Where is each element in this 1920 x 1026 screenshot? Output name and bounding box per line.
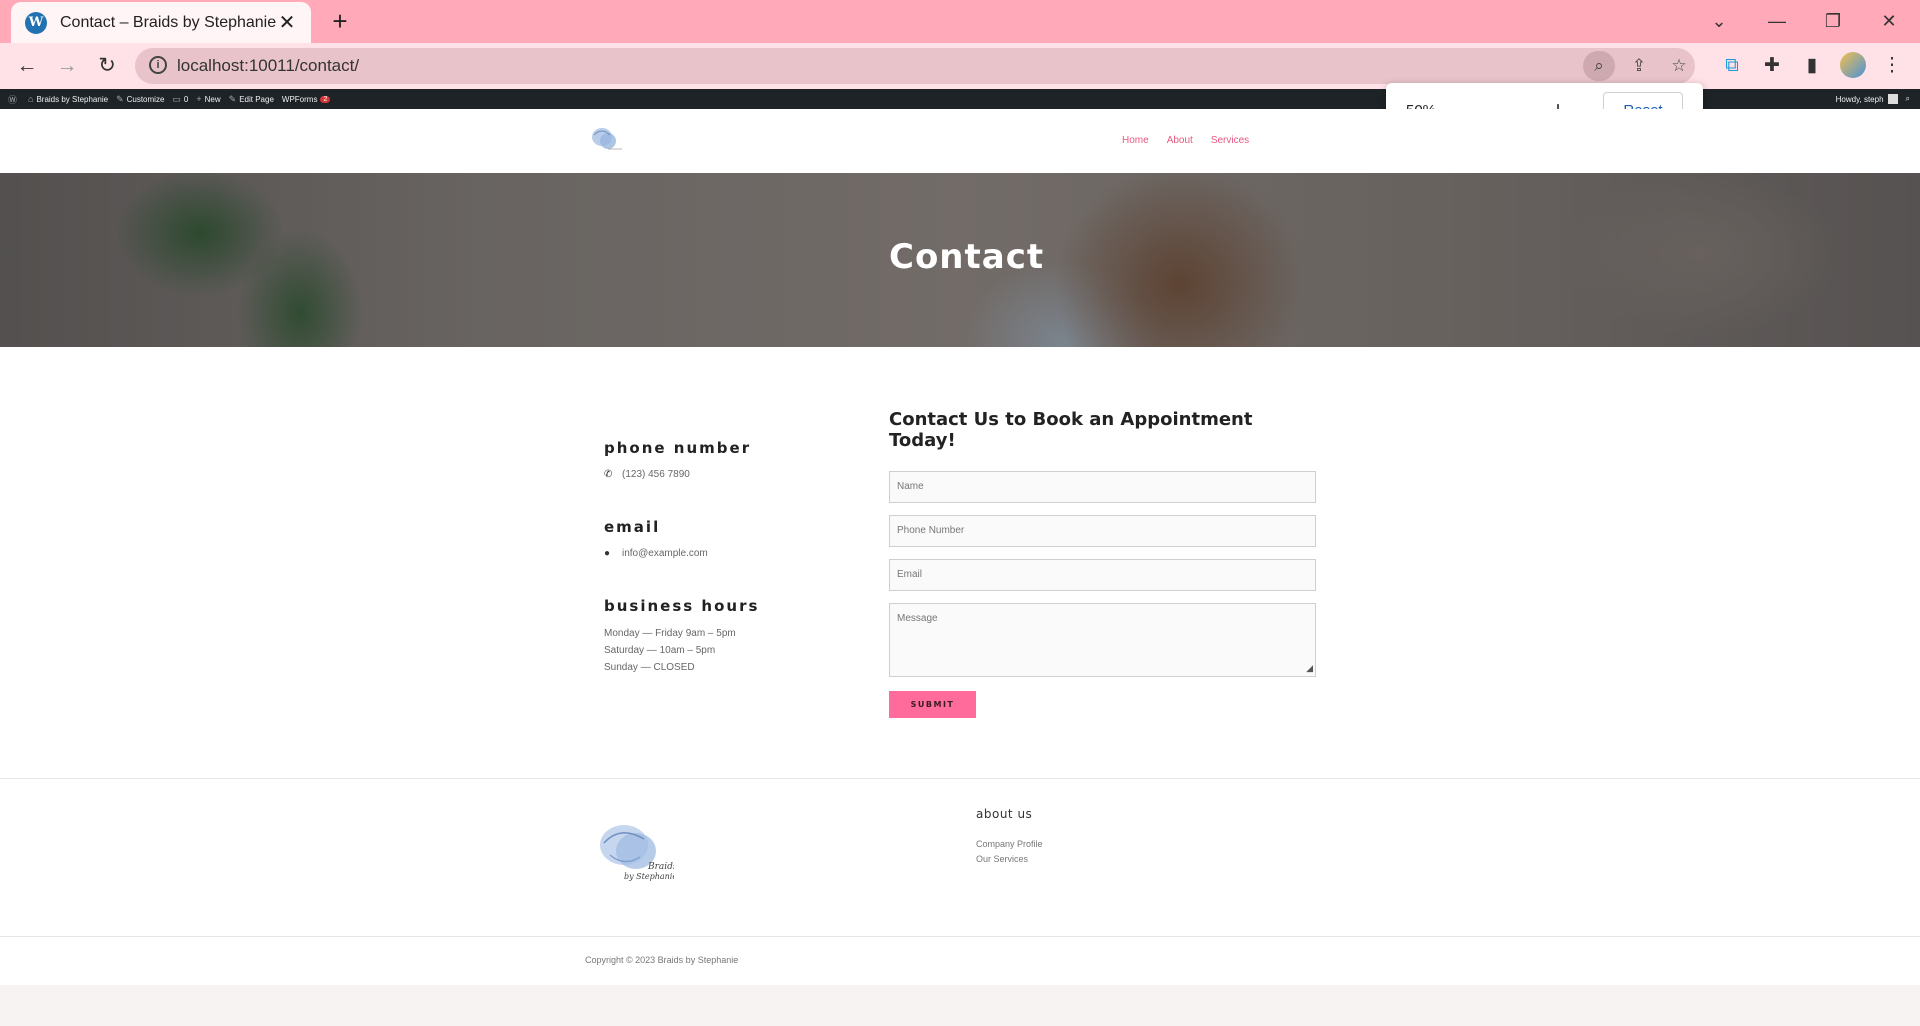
adminbar-new-link[interactable]: + New [196,94,220,104]
page-content: Home About Services Contact phone number… [0,109,1920,1026]
tab-title: Contact – Braids by Stephanie [60,13,277,31]
menu-kebab-icon[interactable]: ⋮ [1878,52,1906,80]
profile-avatar[interactable] [1840,52,1866,78]
close-window-button[interactable]: ✕ [1866,6,1912,36]
form-title: Contact Us to Book an Appointment Today! [889,409,1253,451]
user-avatar[interactable] [1887,94,1898,104]
site-header: Home About Services [0,109,1920,173]
reload-button[interactable]: ↻ [90,50,124,82]
footer-logo-subtext: by Stephanie [624,872,674,881]
tab-search-icon[interactable]: ⌄ [1696,6,1742,36]
email-address: info@example.com [622,548,708,559]
site-info-icon[interactable]: i [149,56,167,74]
adminbar-edit-page-link[interactable]: ✎ Edit Page [229,94,274,105]
restore-button[interactable]: ❐ [1810,6,1856,36]
about-links: Company Profile Our Services [976,837,1043,867]
page-bottom-band [0,985,1920,1026]
contact-form: Contact Us to Book an Appointment Today!… [889,409,1317,718]
submit-button[interactable]: SUBMIT [889,691,976,718]
pencil-icon: ✎ [228,93,237,104]
email-heading: email [604,518,661,536]
hours-line: Sunday — CLOSED [604,662,695,673]
copyright-text: Copyright © 2023 Braids by Stephanie [585,955,739,965]
forward-button[interactable]: → [50,50,84,82]
main-nav: Home About Services [1122,135,1249,146]
hours-line: Monday — Friday 9am – 5pm [604,628,736,639]
comment-icon: ▭ [172,93,181,104]
hero-banner: Contact [0,173,1920,347]
copyright-divider [0,936,1920,937]
back-button[interactable]: ← [10,50,44,82]
message-field[interactable]: Message ◢ [889,603,1316,677]
phone-number: (123) 456 7890 [622,469,690,480]
plus-icon: + [196,94,202,104]
zoom-icon[interactable]: ⌕ [1583,51,1615,81]
name-field[interactable]: Name [889,471,1316,503]
wpforms-badge: 2 [320,95,331,103]
footer-link-our-services[interactable]: Our Services [976,852,1043,867]
page-title: Contact [889,237,1045,277]
extensions-puzzle-icon[interactable]: ✚ [1758,52,1786,80]
adminbar-howdy[interactable]: Howdy, steph [1836,95,1884,104]
dashboard-icon: ⌂ [28,94,34,104]
bookmark-star-icon[interactable]: ☆ [1663,51,1695,81]
minimize-button[interactable]: — [1754,6,1800,36]
nav-home[interactable]: Home [1122,135,1149,146]
url-text[interactable]: localhost:10011/contact/ [177,56,359,76]
site-logo[interactable] [588,125,624,155]
adminbar-wpforms-link[interactable]: WPForms 2 [282,95,331,104]
footer-logo[interactable]: Braids by Stephanie [590,821,674,885]
nav-services[interactable]: Services [1211,135,1249,146]
adminbar-comments-link[interactable]: ▭ 0 [172,94,188,105]
email-field[interactable]: Email [889,559,1316,591]
wordpress-favicon-icon: W [25,11,47,34]
adminbar-search-icon[interactable]: ⌕ [1906,94,1910,104]
resize-grip-icon[interactable]: ◢ [1306,663,1313,674]
contact-info: phone number ✆ (123) 456 7890 email ● in… [604,439,864,676]
browser-tab-bar: W Contact – Braids by Stephanie ✕ + ⌄ — … [0,0,1920,43]
phone-heading: phone number [604,439,752,457]
adminbar-customize-link[interactable]: ✎ Customize [116,94,164,105]
phone-line: ✆ (123) 456 7890 [604,469,864,480]
adminbar-site-link[interactable]: ⌂ Braids by Stephanie [28,94,108,104]
brush-icon: ✎ [116,93,124,104]
share-icon[interactable]: ⇪ [1623,51,1655,81]
address-bar[interactable]: i localhost:10011/contact/ ⌕ ⇪ ☆ [135,48,1695,84]
email-line: ● info@example.com [604,548,864,559]
phone-field[interactable]: Phone Number [889,515,1316,547]
about-heading: about us [976,807,1033,821]
footer-divider [0,778,1920,779]
side-panel-icon[interactable]: ▮ [1798,52,1826,80]
nav-about[interactable]: About [1167,135,1193,146]
hours-heading: business hours [604,597,760,615]
footer-logo-text: Braids [647,862,674,872]
phone-icon: ✆ [604,469,613,480]
business-hours: Monday — Friday 9am – 5pm Saturday — 10a… [604,625,864,676]
tab-close-icon[interactable]: ✕ [277,10,297,35]
wp-logo-icon[interactable]: Ⓦ [8,93,20,106]
footer-link-company-profile[interactable]: Company Profile [976,837,1043,852]
message-placeholder: Message [897,613,938,624]
email-icon: ● [604,548,611,559]
new-tab-button[interactable]: + [325,7,355,37]
browser-tab[interactable]: W Contact – Braids by Stephanie ✕ [11,2,311,43]
hours-line: Saturday — 10am – 5pm [604,645,716,656]
extension-cast-icon[interactable]: ⧉ [1718,52,1746,80]
